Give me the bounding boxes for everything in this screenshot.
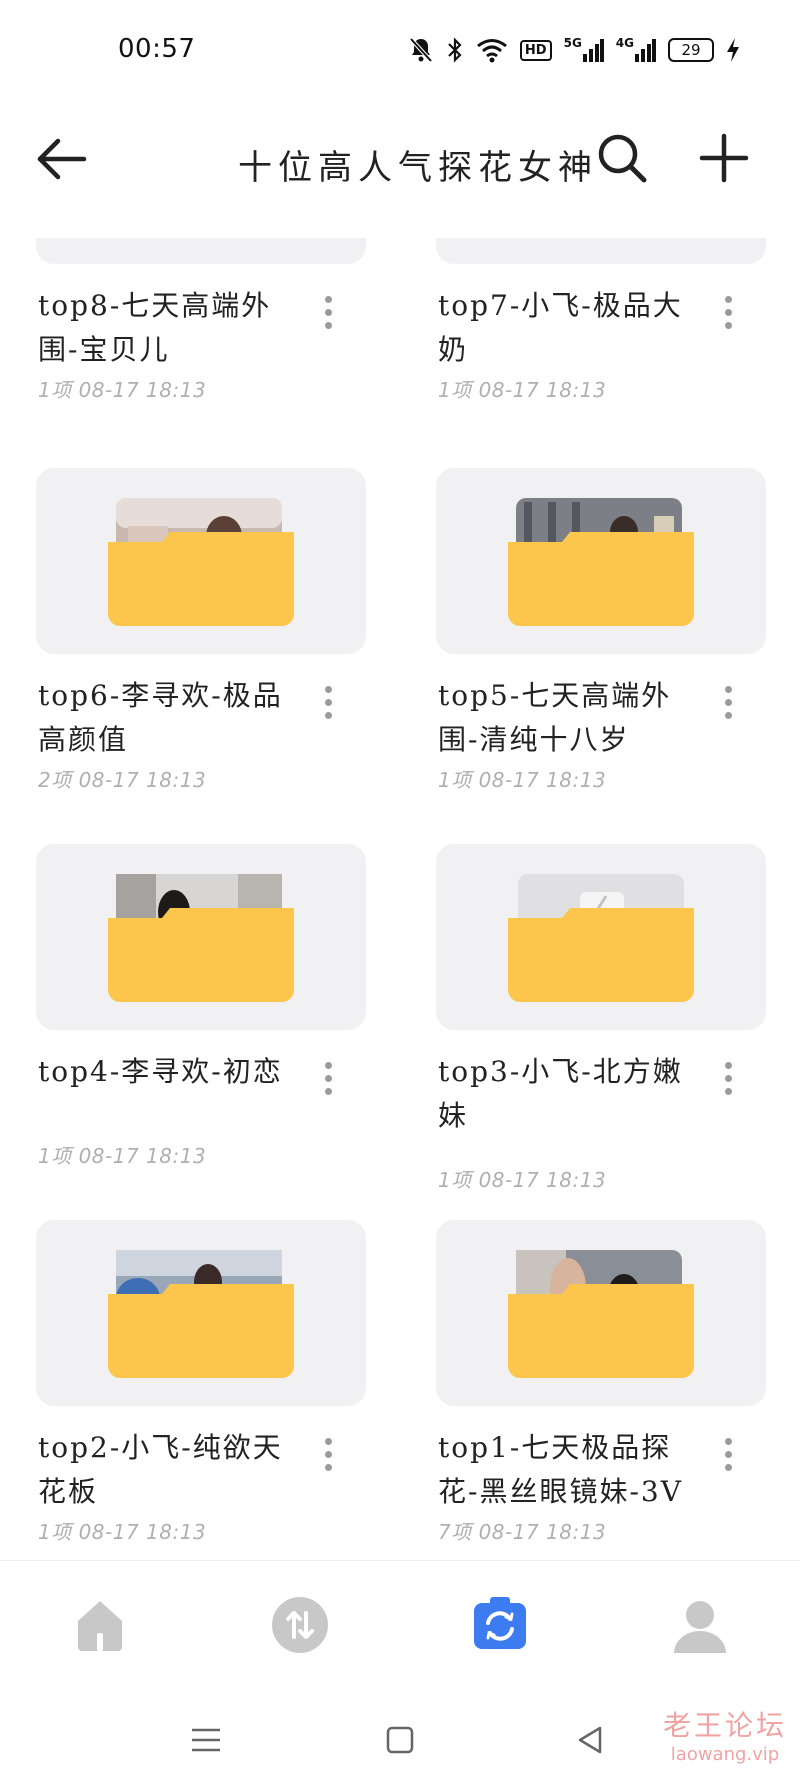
- page-title: 十位高人气探花女神: [238, 148, 598, 188]
- search-icon: [598, 134, 647, 183]
- folder-meta: 1项 08-17 18:13: [438, 378, 607, 402]
- bell-off-icon: [408, 36, 434, 64]
- folder-grid: top8-七天高端外围-宝贝儿 1项 08-17 18:13 top7-小飞-极…: [0, 238, 800, 1560]
- files-icon: [474, 1597, 526, 1649]
- watermark-text: 老王论坛: [662, 1709, 787, 1742]
- wifi-icon: [476, 36, 508, 64]
- more-options-button[interactable]: [314, 290, 344, 336]
- folder-card[interactable]: top5-七天高端外围-清纯十八岁 1项 08-17 18:13: [436, 468, 766, 792]
- more-options-button[interactable]: [314, 1432, 344, 1478]
- triangle-back-icon: [578, 1726, 602, 1754]
- folder-card[interactable]: top4-李寻欢-初恋 1项 08-17 18:13: [36, 844, 366, 1174]
- menu-icon: [192, 1728, 220, 1752]
- folder-thumbnail[interactable]: [436, 1220, 766, 1406]
- folder-name: top2-小飞-纯欲天花板: [38, 1431, 283, 1508]
- folder-name: top8-七天高端外围-宝贝儿: [38, 289, 272, 366]
- more-options-button[interactable]: [314, 680, 344, 726]
- folder-name: top3-小飞-北方嫩妹: [438, 1055, 683, 1132]
- folder-meta: 2项 08-17 18:13: [38, 768, 207, 792]
- hd-icon: HD: [519, 36, 552, 64]
- folder-meta: 1项 08-17 18:13: [38, 378, 207, 402]
- back-nav-button[interactable]: [570, 1720, 610, 1760]
- net2-label: 4G: [615, 36, 634, 50]
- folder-with-photo-icon: [508, 498, 694, 626]
- folder-meta: 1项 08-17 18:13: [38, 1144, 207, 1168]
- folder-card[interactable]: top3-小飞-北方嫩妹 1项 08-17 18:13: [436, 844, 766, 1192]
- more-options-button[interactable]: [714, 1432, 744, 1478]
- folder-thumbnail[interactable]: [36, 238, 366, 264]
- folder-thumbnail[interactable]: [436, 468, 766, 654]
- folder-card[interactable]: top7-小飞-极品大奶 1项 08-17 18:13: [436, 238, 766, 402]
- more-options-button[interactable]: [714, 1056, 744, 1102]
- folder-name: top1-七天极品探花-黑丝眼镜妹-3V: [438, 1431, 683, 1508]
- folder-thumbnail[interactable]: [436, 844, 766, 1030]
- add-button[interactable]: [698, 132, 750, 184]
- recents-button[interactable]: [186, 1720, 226, 1760]
- folder-thumbnail[interactable]: [36, 844, 366, 1030]
- charging-icon: [726, 36, 740, 64]
- folder-with-photo-icon: [108, 874, 294, 1002]
- transfer-icon: [272, 1597, 328, 1653]
- folder-meta: 7项 08-17 18:13: [438, 1520, 607, 1544]
- square-icon: [386, 1726, 414, 1754]
- watermark: 老王论坛 laowang.vip: [660, 1704, 790, 1765]
- back-button[interactable]: [34, 136, 88, 182]
- bluetooth-icon: [446, 36, 464, 64]
- nav-profile[interactable]: [668, 1593, 732, 1657]
- more-options-button[interactable]: [314, 1056, 344, 1102]
- battery-level: 29: [668, 38, 714, 62]
- folder-card[interactable]: top6-李寻欢-极品高颜值 2项 08-17 18:13: [36, 468, 366, 792]
- status-icons: HD 5G 4G 29: [408, 34, 740, 66]
- folder-meta: 1项 08-17 18:13: [438, 1168, 607, 1192]
- folder-thumbnail[interactable]: [36, 1220, 366, 1406]
- hd-label: HD: [519, 39, 552, 61]
- folder-thumbnail[interactable]: [36, 468, 366, 654]
- folder-name: top4-李寻欢-初恋: [38, 1055, 283, 1088]
- folder-meta: 1项 08-17 18:13: [38, 1520, 207, 1544]
- nav-home[interactable]: [68, 1593, 132, 1657]
- status-time: 00:57: [118, 34, 196, 64]
- nav-transfer[interactable]: [268, 1593, 332, 1657]
- folder-name: top6-李寻欢-极品高颜值: [38, 679, 283, 756]
- battery-icon: 29: [668, 36, 714, 64]
- folder-card[interactable]: top2-小飞-纯欲天花板 1项 08-17 18:13: [36, 1220, 366, 1550]
- back-arrow-icon: [37, 138, 87, 180]
- signal-4g-icon: 4G: [616, 36, 656, 64]
- folder-name: top5-七天高端外围-清纯十八岁: [438, 679, 672, 756]
- folder-thumbnail[interactable]: [436, 238, 766, 264]
- folder-meta: 1项 08-17 18:13: [438, 768, 607, 792]
- profile-icon: [674, 1601, 726, 1653]
- app-header: 十位高人气探花女神: [0, 110, 800, 210]
- signal-5g-icon: 5G: [564, 36, 604, 64]
- folder-with-photo-icon: [108, 498, 294, 626]
- folder-with-photo-icon: [108, 1250, 294, 1378]
- watermark-url: laowang.vip: [670, 1744, 780, 1765]
- home-icon: [78, 1601, 122, 1651]
- status-bar: 00:57 HD 5G 4G 29: [0, 0, 800, 100]
- folder-with-photo-icon: [508, 1250, 694, 1378]
- bottom-nav: [0, 1560, 800, 1690]
- folder-card[interactable]: top8-七天高端外围-宝贝儿 1项 08-17 18:13: [36, 238, 366, 402]
- net1-label: 5G: [563, 36, 582, 50]
- search-button[interactable]: [596, 132, 648, 184]
- folder-broken-image-icon: [508, 874, 694, 1002]
- more-options-button[interactable]: [714, 290, 744, 336]
- more-options-button[interactable]: [714, 680, 744, 726]
- folder-name: top7-小飞-极品大奶: [438, 289, 683, 366]
- home-button[interactable]: [380, 1720, 420, 1760]
- nav-files[interactable]: [468, 1593, 532, 1657]
- plus-icon: [699, 133, 749, 183]
- folder-card[interactable]: top1-七天极品探花-黑丝眼镜妹-3V 7项 08-17 18:13: [436, 1220, 766, 1550]
